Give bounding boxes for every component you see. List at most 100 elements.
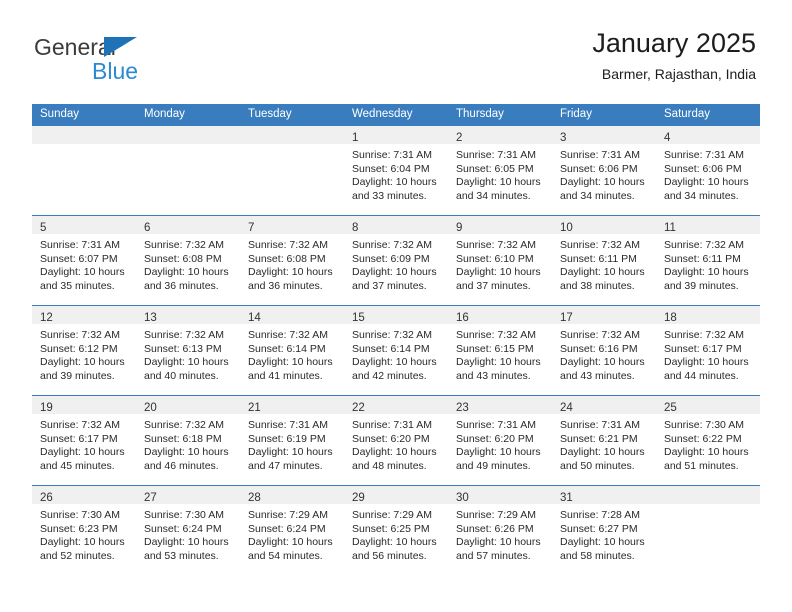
day-cell[interactable]: 25 Sunrise: 7:30 AM Sunset: 6:22 PM Dayligh… (656, 396, 760, 485)
sunset-time: Sunset: 6:08 PM (248, 252, 326, 265)
day-sun-info: Sunrise: 7:29 AM Sunset: 6:24 PM Daylight:… (240, 504, 344, 563)
sunrise-time: Sunrise: 7:31 AM (560, 419, 640, 431)
daylight-duration-line2: and 53 minutes. (144, 549, 219, 562)
daylight-duration-line1: Daylight: 10 hours (248, 266, 333, 279)
daylight-duration-line1: Daylight: 10 hours (352, 356, 437, 369)
day-cell[interactable]: 16 Sunrise: 7:32 AM Sunset: 6:15 PM Dayligh… (448, 306, 552, 395)
day-sun-info: Sunrise: 7:31 AM Sunset: 6:06 PM Daylight:… (656, 144, 760, 203)
sunset-time: Sunset: 6:12 PM (40, 342, 118, 355)
weekday-thursday: Thursday (456, 108, 504, 120)
daylight-duration-line1: Daylight: 10 hours (560, 446, 645, 459)
daylight-duration-line2: and 36 minutes. (144, 279, 219, 292)
day-number: 28 (248, 492, 261, 504)
logo-triangle-icon (104, 37, 137, 57)
day-number-band: 12 (32, 306, 136, 324)
sunrise-time: Sunrise: 7:32 AM (144, 239, 224, 251)
sunrise-time: Sunrise: 7:32 AM (40, 419, 120, 431)
day-cell[interactable]: 29 Sunrise: 7:29 AM Sunset: 6:25 PM Dayligh… (344, 486, 448, 575)
day-cell[interactable]: 4 Sunrise: 7:31 AM Sunset: 6:06 PM Daylight… (656, 126, 760, 215)
sunrise-time: Sunrise: 7:29 AM (248, 509, 328, 521)
day-sun-info: Sunrise: 7:32 AM Sunset: 6:11 PM Daylight:… (552, 234, 656, 293)
day-cell[interactable]: 15 Sunrise: 7:32 AM Sunset: 6:14 PM Dayligh… (344, 306, 448, 395)
day-number-band: 16 (448, 306, 552, 324)
sunrise-time: Sunrise: 7:32 AM (248, 329, 328, 341)
day-cell[interactable]: 26 Sunrise: 7:30 AM Sunset: 6:23 PM Dayligh… (32, 486, 136, 575)
calendar-week-row: 5 Sunrise: 7:31 AM Sunset: 6:07 PM Daylight… (32, 216, 760, 306)
daylight-duration-line1: Daylight: 10 hours (560, 266, 645, 279)
day-cell[interactable]: 7 Sunrise: 7:32 AM Sunset: 6:08 PM Daylight… (240, 216, 344, 305)
day-cell[interactable]: 22 Sunrise: 7:31 AM Sunset: 6:20 PM Dayligh… (344, 396, 448, 485)
day-number-band: 17 (552, 306, 656, 324)
daylight-duration-line1: Daylight: 10 hours (664, 266, 749, 279)
day-number-band: 6 (136, 216, 240, 234)
daylight-duration-line1: Daylight: 10 hours (456, 266, 541, 279)
day-sun-info: Sunrise: 7:32 AM Sunset: 6:11 PM Daylight:… (656, 234, 760, 293)
day-cell[interactable]: 23 Sunrise: 7:31 AM Sunset: 6:20 PM Dayligh… (448, 396, 552, 485)
day-cell[interactable]: 2 Sunrise: 7:31 AM Sunset: 6:05 PM Daylight… (448, 126, 552, 215)
day-sun-info: Sunrise: 7:32 AM Sunset: 6:17 PM Daylight:… (656, 324, 760, 383)
day-cell[interactable]: 20 Sunrise: 7:32 AM Sunset: 6:18 PM Dayligh… (136, 396, 240, 485)
day-cell[interactable]: 5 Sunrise: 7:31 AM Sunset: 6:07 PM Daylight… (32, 216, 136, 305)
sunset-time: Sunset: 6:18 PM (144, 432, 222, 445)
day-cell[interactable]: 21 Sunrise: 7:31 AM Sunset: 6:19 PM Dayligh… (240, 396, 344, 485)
day-number: 23 (456, 402, 469, 414)
day-cell[interactable]: 12 Sunrise: 7:32 AM Sunset: 6:12 PM Dayligh… (32, 306, 136, 395)
daylight-duration-line1: Daylight: 10 hours (352, 446, 437, 459)
day-cell[interactable]: 11 Sunrise: 7:32 AM Sunset: 6:11 PM Dayligh… (656, 216, 760, 305)
day-sun-info: Sunrise: 7:32 AM Sunset: 6:10 PM Daylight:… (448, 234, 552, 293)
day-sun-info: Sunrise: 7:32 AM Sunset: 6:08 PM Daylight:… (136, 234, 240, 293)
day-number: 30 (456, 492, 469, 504)
daylight-duration-line2: and 46 minutes. (144, 459, 219, 472)
day-sun-info: Sunrise: 7:31 AM Sunset: 6:04 PM Daylight:… (344, 144, 448, 203)
general-blue-logo[interactable]: General Blue (34, 36, 214, 88)
day-number-band: 11 (656, 216, 760, 234)
daylight-duration-line2: and 35 minutes. (40, 279, 115, 292)
day-cell[interactable]: 27 Sunrise: 7:30 AM Sunset: 6:24 PM Dayligh… (136, 486, 240, 575)
daylight-duration-line2: and 54 minutes. (248, 549, 323, 562)
daylight-duration-line2: and 40 minutes. (144, 369, 219, 382)
daylight-duration-line1: Daylight: 10 hours (40, 356, 125, 369)
day-number-band: 25 (656, 396, 760, 414)
day-number: 9 (456, 222, 463, 234)
day-cell[interactable]: 3 Sunrise: 7:31 AM Sunset: 6:06 PM Daylight… (552, 126, 656, 215)
day-number-band: 31 (552, 486, 656, 504)
day-cell[interactable]: 28 Sunrise: 7:29 AM Sunset: 6:24 PM Dayligh… (240, 486, 344, 575)
day-cell[interactable]: 30 Sunrise: 7:29 AM Sunset: 6:26 PM Dayligh… (448, 486, 552, 575)
day-cell[interactable]: 18 Sunrise: 7:32 AM Sunset: 6:17 PM Dayligh… (656, 306, 760, 395)
day-cell[interactable]: 6 Sunrise: 7:32 AM Sunset: 6:08 PM Daylight… (136, 216, 240, 305)
day-cell[interactable]: 31 Sunrise: 7:28 AM Sunset: 6:27 PM Dayligh… (552, 486, 656, 575)
day-cell[interactable]: 14 Sunrise: 7:32 AM Sunset: 6:14 PM Dayligh… (240, 306, 344, 395)
day-number: 24 (560, 402, 573, 414)
day-cell[interactable]: 24 Sunrise: 7:31 AM Sunset: 6:21 PM Dayligh… (552, 396, 656, 485)
page-header: General Blue January 2025 Barmer, Rajast… (0, 0, 792, 104)
day-cell[interactable]: 1 Sunrise: 7:31 AM Sunset: 6:04 PM Daylight… (344, 126, 448, 215)
day-number: 26 (40, 492, 53, 504)
day-number: 14 (248, 312, 261, 324)
daylight-duration-line2: and 47 minutes. (248, 459, 323, 472)
daylight-duration-line1: Daylight: 10 hours (456, 176, 541, 189)
day-number-band: 18 (656, 306, 760, 324)
day-cell[interactable]: 9 Sunrise: 7:32 AM Sunset: 6:10 PM Daylight… (448, 216, 552, 305)
day-number-band: 13 (136, 306, 240, 324)
day-number-band: 2 (448, 126, 552, 144)
day-cell[interactable]: 10 Sunrise: 7:32 AM Sunset: 6:11 PM Dayligh… (552, 216, 656, 305)
daylight-duration-line2: and 45 minutes. (40, 459, 115, 472)
calendar-week-row: 12 Sunrise: 7:32 AM Sunset: 6:12 PM Dayligh… (32, 306, 760, 396)
day-sun-info: Sunrise: 7:31 AM Sunset: 6:07 PM Daylight:… (32, 234, 136, 293)
day-cell[interactable]: 19 Sunrise: 7:32 AM Sunset: 6:17 PM Dayligh… (32, 396, 136, 485)
calendar-weeks: 1 Sunrise: 7:31 AM Sunset: 6:04 PM Daylight… (32, 126, 760, 575)
day-cell[interactable]: 17 Sunrise: 7:32 AM Sunset: 6:16 PM Dayligh… (552, 306, 656, 395)
calendar-week-row: 1 Sunrise: 7:31 AM Sunset: 6:04 PM Daylight… (32, 126, 760, 216)
sunrise-time: Sunrise: 7:32 AM (144, 329, 224, 341)
daylight-duration-line2: and 34 minutes. (664, 189, 739, 202)
sunset-time: Sunset: 6:26 PM (456, 522, 534, 535)
sunset-time: Sunset: 6:05 PM (456, 162, 534, 175)
day-number: 8 (352, 222, 359, 234)
sunrise-time: Sunrise: 7:30 AM (40, 509, 120, 521)
sunrise-time: Sunrise: 7:32 AM (144, 419, 224, 431)
day-cell[interactable]: 13 Sunrise: 7:32 AM Sunset: 6:13 PM Dayligh… (136, 306, 240, 395)
weekday-tuesday: Tuesday (248, 108, 292, 120)
daylight-duration-line2: and 44 minutes. (664, 369, 739, 382)
sunrise-time: Sunrise: 7:32 AM (40, 329, 120, 341)
day-cell[interactable]: 8 Sunrise: 7:32 AM Sunset: 6:09 PM Daylight… (344, 216, 448, 305)
